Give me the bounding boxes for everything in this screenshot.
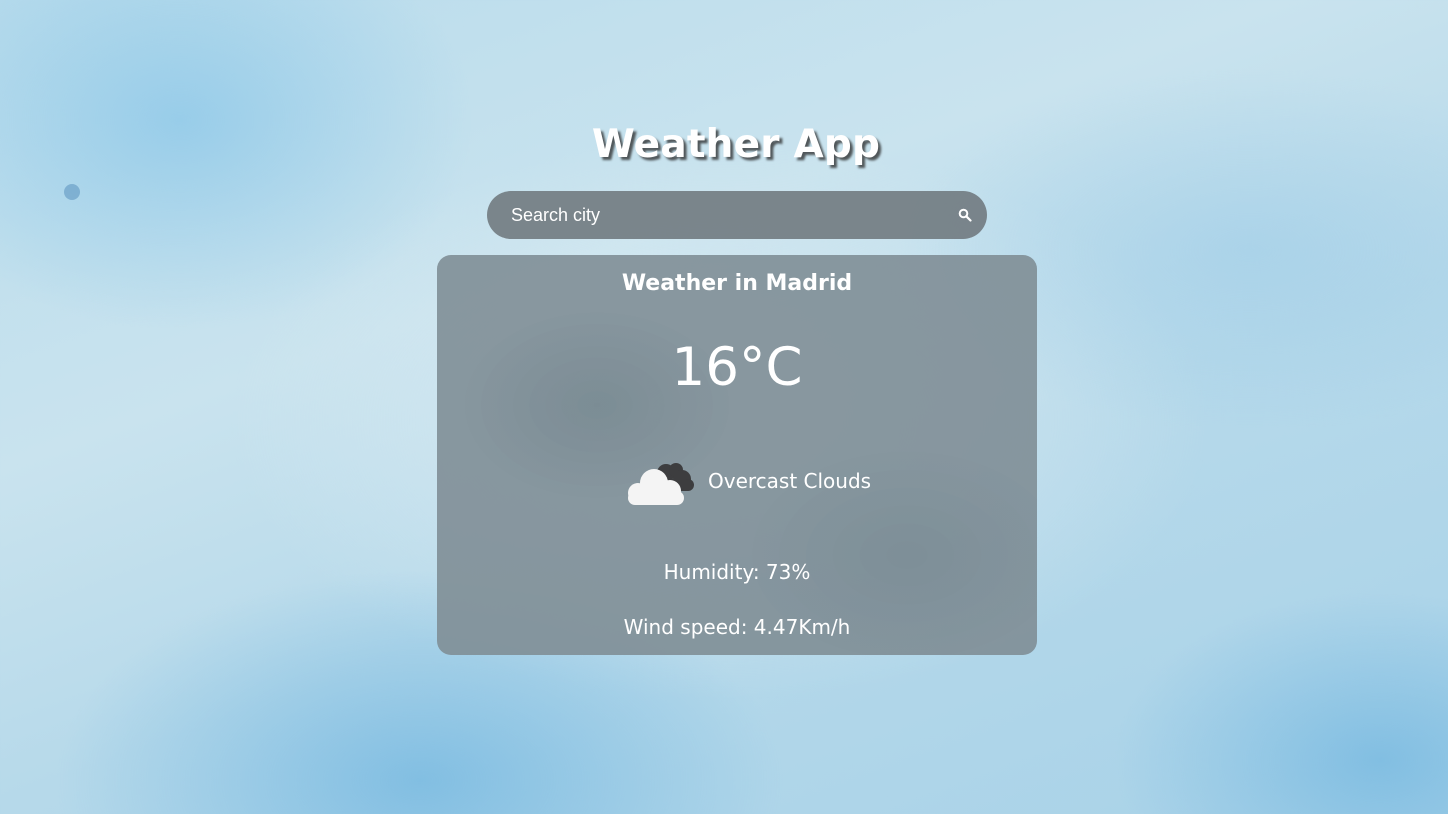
weather-condition: Overcast Clouds	[708, 469, 872, 493]
weather-app-page: { "app": { "title": "Weather App" }, "se…	[0, 0, 1448, 814]
search-input[interactable]	[487, 191, 927, 239]
search-button[interactable]	[956, 206, 974, 224]
temperature-value: 16°C	[671, 337, 803, 398]
overcast-clouds-icon	[628, 463, 694, 505]
weather-heading: Weather in Madrid	[621, 271, 853, 296]
background-speck	[64, 184, 80, 200]
humidity-value: Humidity: 73%	[663, 560, 811, 584]
search-bar	[487, 191, 987, 239]
app-title: Weather App	[591, 122, 881, 167]
weather-card	[437, 255, 1037, 655]
search-icon	[958, 208, 972, 222]
wind-speed-value: Wind speed: 4.47Km/h	[623, 615, 851, 639]
